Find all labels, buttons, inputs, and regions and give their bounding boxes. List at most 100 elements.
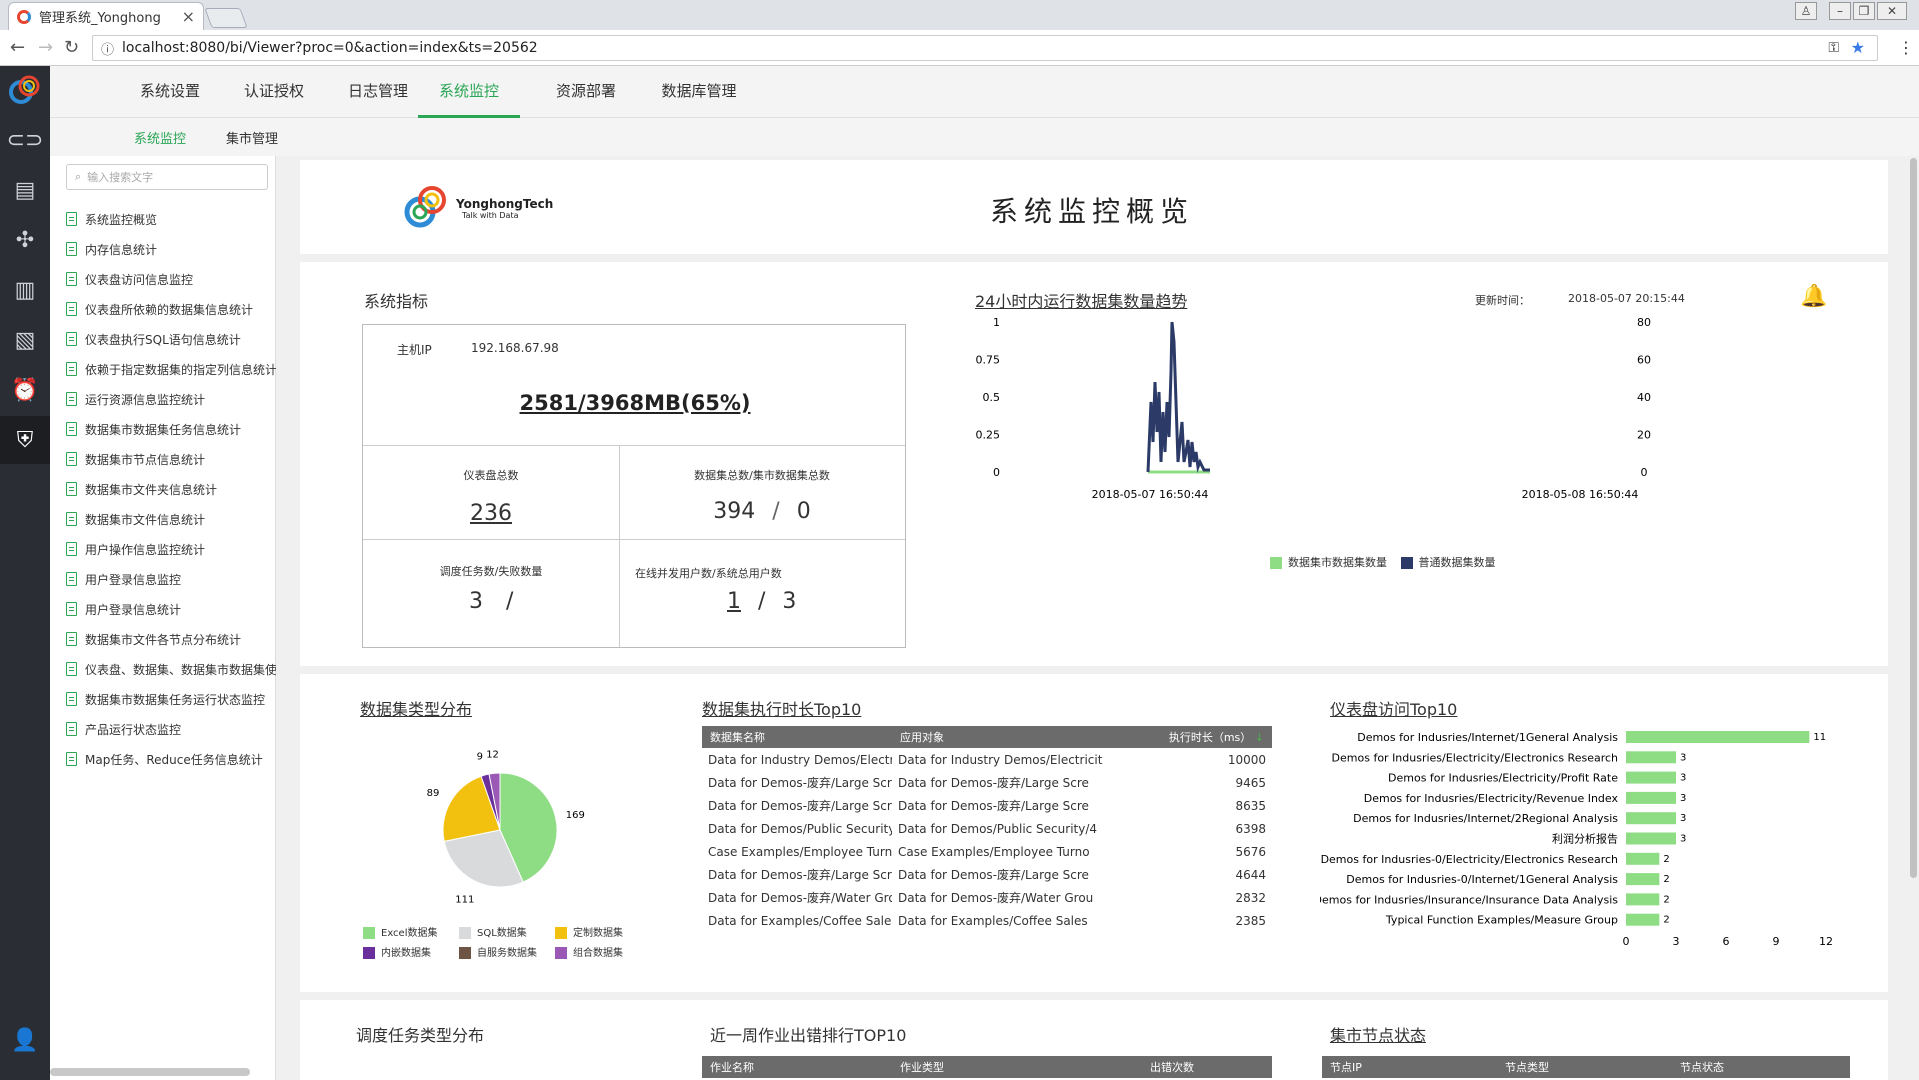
schedule-count[interactable]: 3: [469, 589, 483, 614]
search-input[interactable]: ⌕ 输入搜索文字: [66, 164, 268, 190]
tree-item[interactable]: 仪表盘执行SQL语句信息统计: [66, 324, 276, 354]
browser-tab[interactable]: 管理系统_Yonghong ×: [8, 2, 204, 30]
alarm-clock-icon[interactable]: ⏰: [0, 366, 50, 414]
bar[interactable]: [1626, 893, 1660, 906]
tree-item[interactable]: 依赖于指定数据集的指定列信息统计: [66, 354, 276, 384]
tree-item[interactable]: 用户登录信息监控: [66, 564, 276, 594]
col-header[interactable]: 节点类型: [1497, 1056, 1672, 1078]
node-status-title[interactable]: 集市节点状态: [1330, 1022, 1426, 1046]
tab-logs[interactable]: 日志管理: [330, 66, 426, 118]
minimize-button[interactable]: –: [1829, 2, 1851, 20]
horizontal-scrollbar[interactable]: [50, 1068, 250, 1076]
bar[interactable]: [1626, 852, 1660, 865]
tree-item[interactable]: 内存信息统计: [66, 234, 276, 264]
menu-icon[interactable]: ⋮: [1898, 38, 1914, 57]
separator: /: [772, 499, 780, 524]
network-icon[interactable]: ✣: [0, 216, 50, 264]
col-header[interactable]: 节点IP: [1322, 1056, 1497, 1078]
restore-button[interactable]: ❐: [1853, 2, 1875, 20]
mart-dataset-count[interactable]: 0: [797, 499, 811, 524]
legend-item[interactable]: 组合数据集: [555, 944, 623, 959]
shield-icon[interactable]: ⛨: [0, 416, 50, 464]
col-header[interactable]: 节点状态: [1672, 1056, 1850, 1078]
table-row[interactable]: Data for Demos/Public Security/4 Data for…: [702, 817, 1272, 840]
tree-item[interactable]: 数据集市文件各节点分布统计: [66, 624, 276, 654]
bar[interactable]: [1626, 751, 1676, 764]
pie-title[interactable]: 数据集类型分布: [360, 696, 472, 720]
tab-system-settings[interactable]: 系统设置: [122, 66, 218, 118]
bar[interactable]: [1626, 832, 1676, 845]
vertical-scrollbar[interactable]: [1908, 156, 1919, 1080]
table-row[interactable]: Case Examples/Employee Turno Case Example…: [702, 840, 1272, 863]
bar[interactable]: [1626, 873, 1660, 886]
legend-item[interactable]: 自服务数据集: [459, 944, 537, 959]
logo-icon[interactable]: [0, 66, 50, 114]
col-header[interactable]: 作业名称: [702, 1056, 892, 1078]
legend-item[interactable]: 内嵌数据集: [363, 944, 431, 959]
tab-database[interactable]: 数据库管理: [644, 66, 754, 118]
tree-item[interactable]: Map任务、Reduce任务信息统计: [66, 744, 276, 774]
col-header[interactable]: 出错次数: [1142, 1056, 1272, 1078]
bar[interactable]: [1626, 731, 1810, 743]
back-icon[interactable]: ←: [10, 37, 25, 58]
close-window-button[interactable]: ✕: [1877, 2, 1907, 20]
tab-resources[interactable]: 资源部署: [538, 66, 634, 118]
close-tab-icon[interactable]: ×: [182, 7, 195, 26]
exec-top10-title[interactable]: 数据集执行时长Top10: [702, 696, 861, 720]
bar[interactable]: [1626, 812, 1676, 825]
col-header[interactable]: 应用对象: [892, 726, 1132, 748]
subtab-mart-management[interactable]: 集市管理: [226, 128, 278, 147]
dashboard-top10-title[interactable]: 仪表盘访问Top10: [1330, 696, 1457, 720]
chart-icon[interactable]: ▥: [0, 266, 50, 314]
tree-item[interactable]: 用户操作信息监控统计: [66, 534, 276, 564]
monitor-chart-icon[interactable]: ▧: [0, 316, 50, 364]
tree-item[interactable]: 系统监控概览: [66, 204, 276, 234]
online-user-count[interactable]: 1: [727, 589, 741, 614]
bell-icon[interactable]: 🔔: [1800, 284, 1827, 309]
tree-item[interactable]: 数据集市文件信息统计: [66, 504, 276, 534]
subtab-system-monitor[interactable]: 系统监控: [134, 128, 186, 147]
table-row[interactable]: Data for Demos-废弃/Large Scre Data for Dem…: [702, 771, 1272, 794]
link-icon[interactable]: ⊂⊃: [0, 116, 50, 164]
user-icon[interactable]: 👤: [0, 1016, 50, 1064]
star-icon[interactable]: ★: [1851, 38, 1865, 57]
tree-item[interactable]: 仪表盘访问信息监控: [66, 264, 276, 294]
tree-item[interactable]: 用户登录信息统计: [66, 594, 276, 624]
tree-item[interactable]: 数据集市文件夹信息统计: [66, 474, 276, 504]
new-tab-button[interactable]: [204, 8, 248, 28]
list-icon[interactable]: ▤: [0, 166, 50, 214]
legend-item[interactable]: 定制数据集: [555, 924, 623, 939]
key-icon[interactable]: ⚿: [1828, 40, 1839, 56]
legend-item[interactable]: Excel数据集: [363, 924, 438, 939]
tree-item[interactable]: 数据集市节点信息统计: [66, 444, 276, 474]
memory-usage[interactable]: 2581/3968MB(65%): [363, 391, 907, 415]
tree-item[interactable]: 数据集市数据集任务信息统计: [66, 414, 276, 444]
table-row[interactable]: Data for Demos-废弃/Large Scre Data for Dem…: [702, 863, 1272, 886]
profile-icon[interactable]: ♙: [1795, 2, 1817, 20]
tree-item[interactable]: 产品运行状态监控: [66, 714, 276, 744]
table-row[interactable]: Data for Examples/Coffee Sales Data for E…: [702, 909, 1272, 932]
col-header-duration[interactable]: 执行时长（ms） ↓: [1132, 726, 1272, 748]
url-input[interactable]: ⓘ localhost:8080/bi/Viewer?proc=0&action…: [92, 35, 1878, 61]
sort-down-icon[interactable]: ↓: [1255, 731, 1264, 744]
tab-auth[interactable]: 认证授权: [226, 66, 322, 118]
tab-system-monitor[interactable]: 系统监控: [418, 66, 520, 118]
tree-item[interactable]: 仪表盘、数据集、数据集市数据集使: [66, 654, 276, 684]
tree-item[interactable]: 运行资源信息监控统计: [66, 384, 276, 414]
forward-icon[interactable]: →: [38, 37, 53, 58]
dataset-count[interactable]: 394: [713, 499, 755, 524]
trend-title[interactable]: 24小时内运行数据集数量趋势: [975, 288, 1187, 312]
reload-icon[interactable]: ↻: [64, 37, 79, 58]
table-row[interactable]: Data for Industry Demos/Electricit Data f…: [702, 748, 1272, 771]
bar[interactable]: [1626, 791, 1676, 804]
table-row[interactable]: Data for Demos-废弃/Large Scre Data for Dem…: [702, 794, 1272, 817]
col-header[interactable]: 作业类型: [892, 1056, 1142, 1078]
table-row[interactable]: Data for Demos-废弃/Water Grou Data for Dem…: [702, 886, 1272, 909]
col-header[interactable]: 数据集名称: [702, 726, 892, 748]
legend-item[interactable]: SQL数据集: [459, 924, 527, 939]
dashboard-count[interactable]: 236: [363, 501, 619, 526]
tree-item[interactable]: 数据集市数据集任务运行状态监控: [66, 684, 276, 714]
bar[interactable]: [1626, 913, 1660, 926]
bar[interactable]: [1626, 771, 1676, 784]
tree-item[interactable]: 仪表盘所依赖的数据集信息统计: [66, 294, 276, 324]
